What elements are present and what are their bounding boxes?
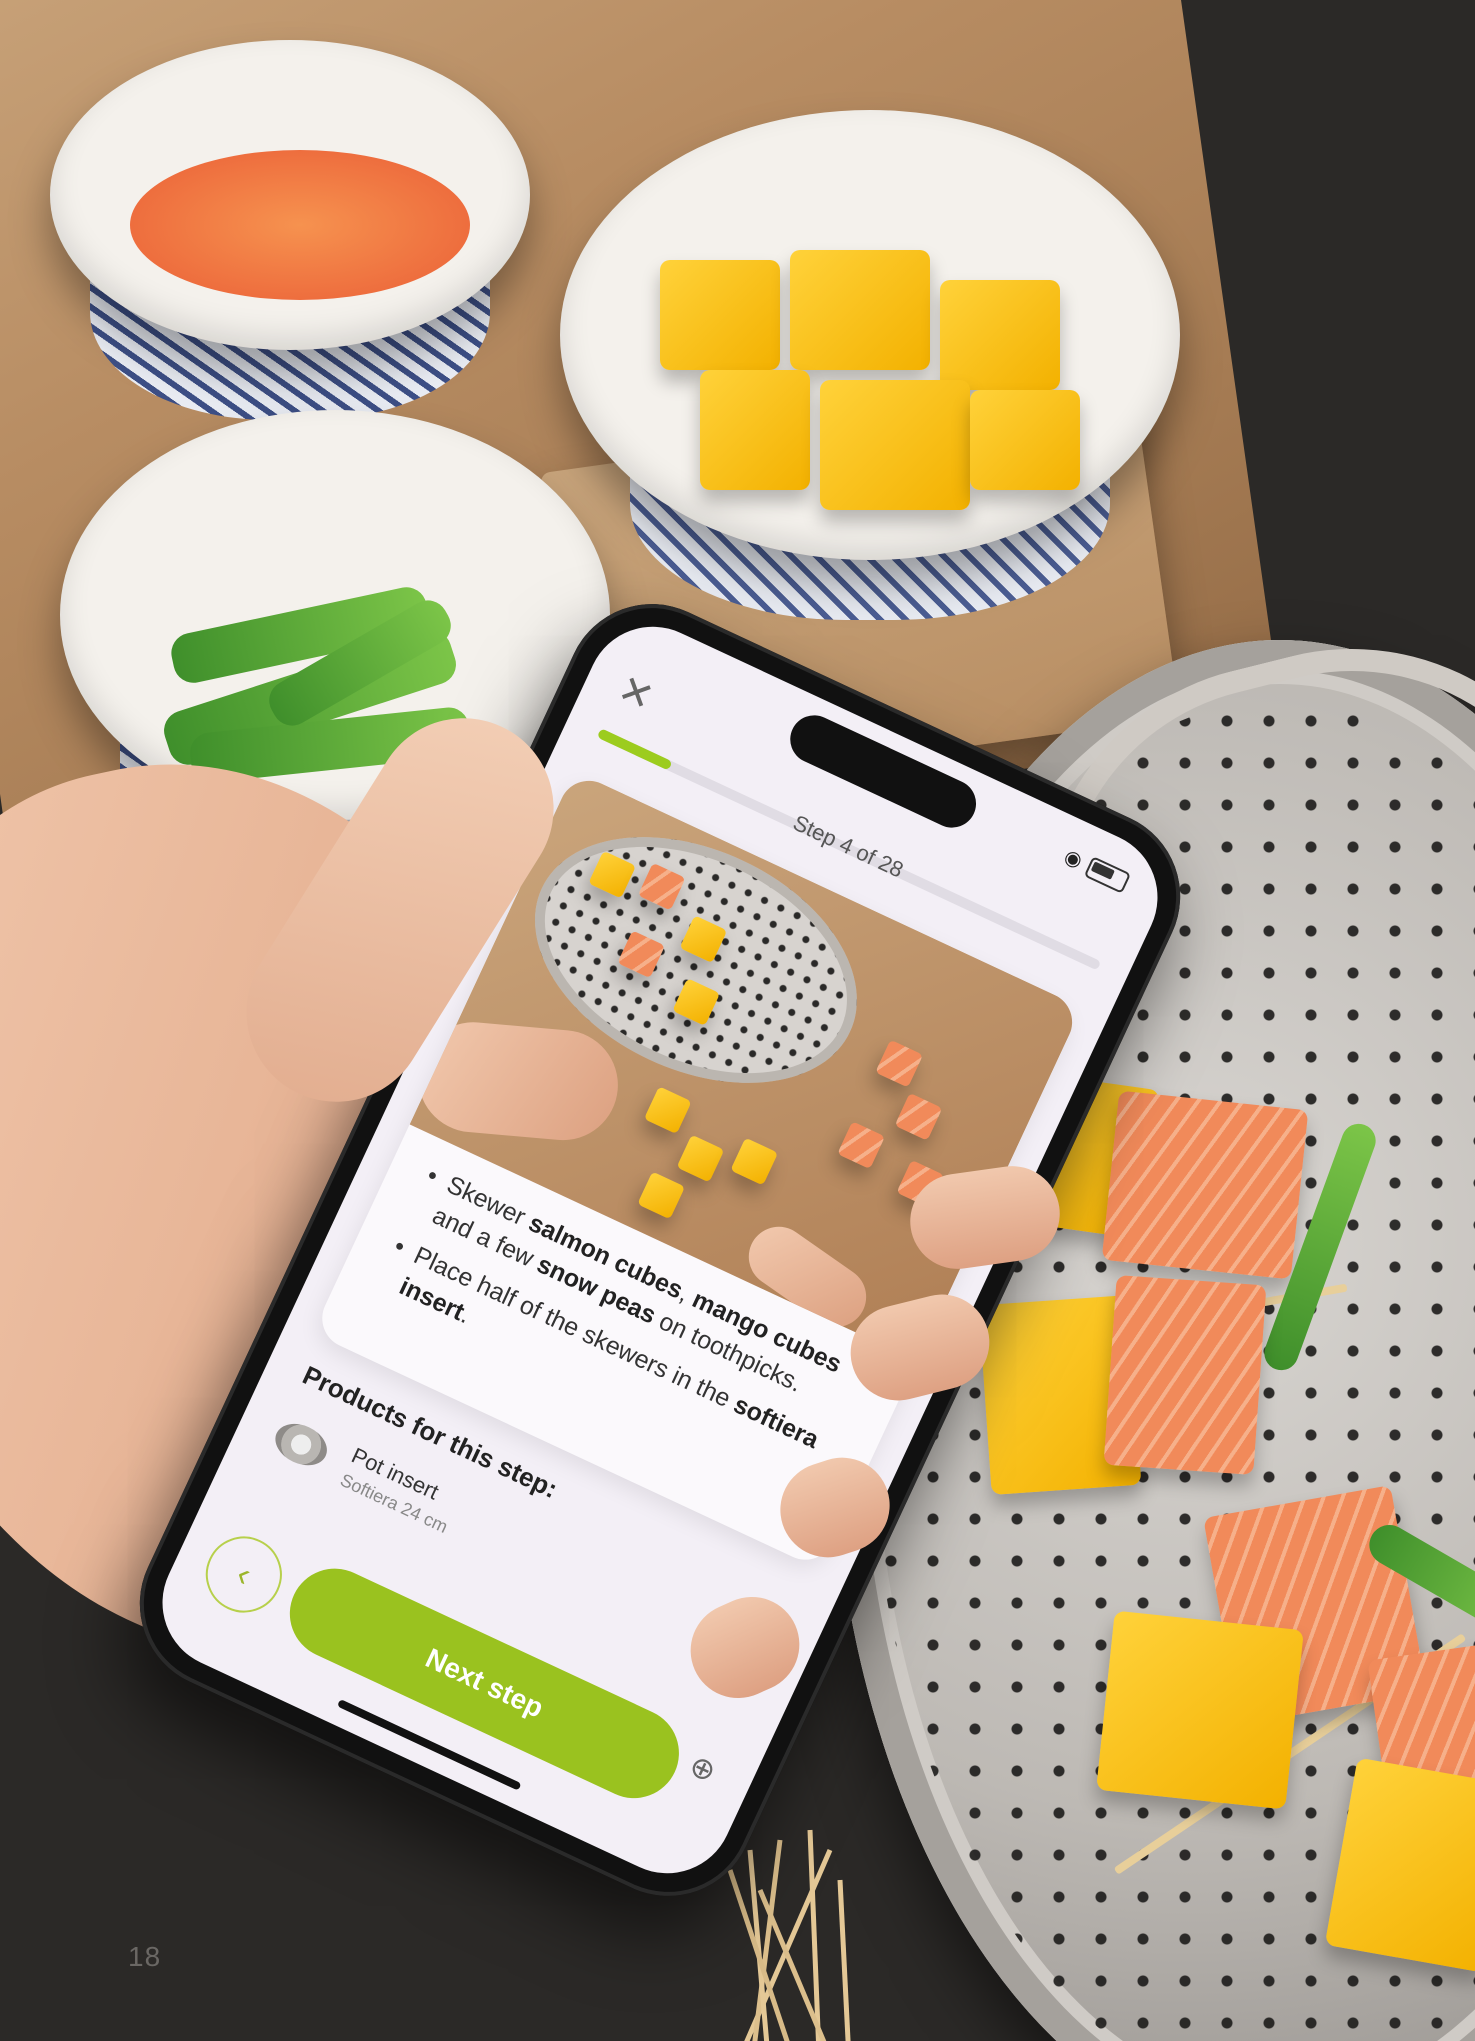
- battery-icon: [1083, 855, 1132, 894]
- zoom-icon[interactable]: ⊕: [676, 1742, 729, 1795]
- mango-cube: [1096, 1610, 1304, 1810]
- pot-insert-icon: [268, 1415, 334, 1473]
- photo-scene: ◉ ✕ Step 4 of 28 • Skewer salmon cubes, …: [0, 0, 1475, 2041]
- status-bar: ◉: [1060, 844, 1132, 895]
- mango-bowl: [560, 110, 1180, 630]
- salmon-cube: [1101, 1090, 1309, 1280]
- close-icon[interactable]: ✕: [611, 667, 660, 721]
- salmon-cube: [1103, 1274, 1267, 1476]
- back-button[interactable]: ‹: [193, 1524, 295, 1626]
- page-number: 18: [128, 1941, 162, 1972]
- salmon-bowl: [50, 40, 530, 420]
- chevron-left-icon: ‹: [230, 1554, 258, 1594]
- wifi-icon: ◉: [1060, 845, 1086, 873]
